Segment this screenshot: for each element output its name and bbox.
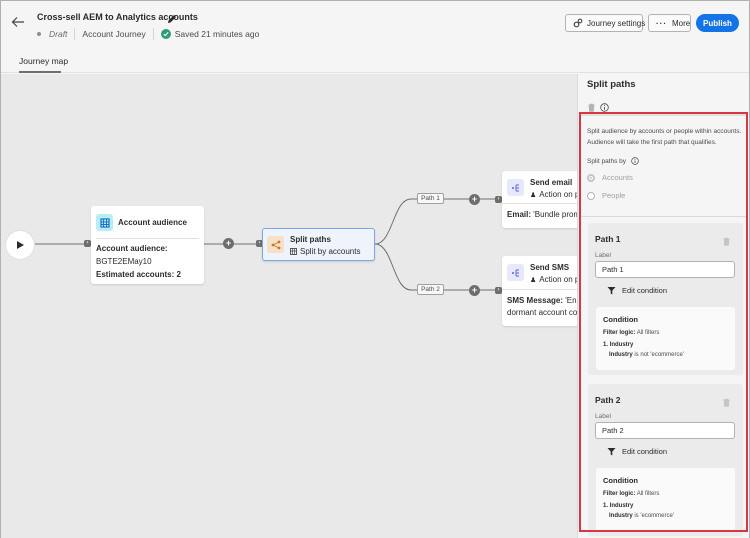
publish-button[interactable]: Publish: [696, 14, 739, 32]
add-step-button[interactable]: +: [469, 194, 480, 205]
sms-node-detail: SMS Message: 'Engag: [507, 296, 577, 305]
send-email-node[interactable]: Send email ♟ Action on p Email: 'Bundle p…: [502, 171, 577, 228]
split-icon: [267, 236, 284, 253]
divider: [502, 289, 577, 290]
path-2-label[interactable]: Path 2: [417, 284, 444, 295]
status-dot-icon: [37, 32, 41, 36]
input-port-icon: ›: [84, 240, 91, 247]
divider: [502, 203, 577, 204]
estimated-accounts: Estimated accounts: 2: [96, 270, 181, 279]
pencil-icon[interactable]: [167, 11, 177, 23]
properties-panel: Split paths Split audience by accounts o…: [577, 74, 749, 538]
connector-lines: [34, 198, 502, 291]
journey-type: Account Journey: [82, 29, 146, 39]
person-icon: ♟: [530, 276, 537, 284]
add-step-button[interactable]: +: [223, 238, 234, 249]
divider: [96, 238, 199, 239]
status-badge: Draft: [49, 29, 68, 39]
split-paths-node[interactable]: Split paths Split by accounts: [262, 228, 375, 261]
header: Cross-sell AEM to Analytics accounts Dra…: [1, 1, 749, 73]
more-label: More: [672, 18, 691, 28]
add-step-button[interactable]: +: [469, 285, 480, 296]
journey-meta: Draft Account Journey Saved 21 minutes a…: [37, 28, 259, 40]
input-port-icon: ›: [495, 196, 502, 203]
building-small-icon: [290, 248, 297, 255]
start-play-button[interactable]: [6, 231, 34, 259]
input-port-icon: ›: [495, 287, 502, 294]
path-1-label[interactable]: Path 1: [417, 193, 444, 204]
back-arrow-icon[interactable]: [11, 15, 27, 31]
ellipsis-icon: ···: [656, 18, 667, 28]
person-icon: ♟: [530, 191, 537, 199]
saved-status: Saved 21 minutes ago: [174, 29, 260, 39]
email-node-title: Send email: [530, 178, 573, 187]
email-node-subtitle: ♟ Action on p: [530, 190, 577, 199]
checkmark-icon: [160, 29, 171, 39]
action-icon: [507, 179, 524, 196]
divider: [152, 28, 154, 40]
sms-node-detail-line2: dormant account con: [507, 308, 577, 317]
sms-node-title: Send SMS: [530, 263, 570, 272]
gear-icon: [573, 18, 583, 28]
divider: [74, 28, 76, 40]
send-sms-node[interactable]: Send SMS ♟Action on p SMS Message: 'Enga…: [502, 256, 577, 326]
audience-value: BGTE2EMay10: [96, 257, 152, 266]
highlight-annotation-box: [579, 112, 748, 532]
email-node-detail: Email: 'Bundle promo: [507, 210, 577, 219]
play-icon: [17, 241, 24, 249]
more-button[interactable]: ··· More: [648, 14, 691, 32]
split-node-subtitle: Split by accounts: [290, 247, 360, 256]
action-icon: [507, 264, 524, 281]
journey-settings-label: Journey settings: [587, 18, 646, 28]
panel-title: Split paths: [587, 79, 636, 90]
connector-path-1: [374, 198, 502, 245]
sms-node-subtitle: ♟ Action on p: [530, 275, 577, 284]
building-icon: [96, 214, 113, 231]
journey-settings-button[interactable]: Journey settings: [565, 14, 646, 32]
audience-label: Account audience:: [96, 244, 168, 253]
account-audience-node[interactable]: Account audience Account audience: BGTE2…: [91, 206, 204, 284]
journey-canvas[interactable]: › Account audience Account audience: BGT…: [1, 74, 577, 538]
tab-journey-map[interactable]: Journey map: [19, 56, 68, 66]
split-node-title: Split paths: [290, 235, 331, 244]
tab-active-indicator: [19, 71, 61, 73]
audience-node-title: Account audience: [118, 218, 187, 227]
